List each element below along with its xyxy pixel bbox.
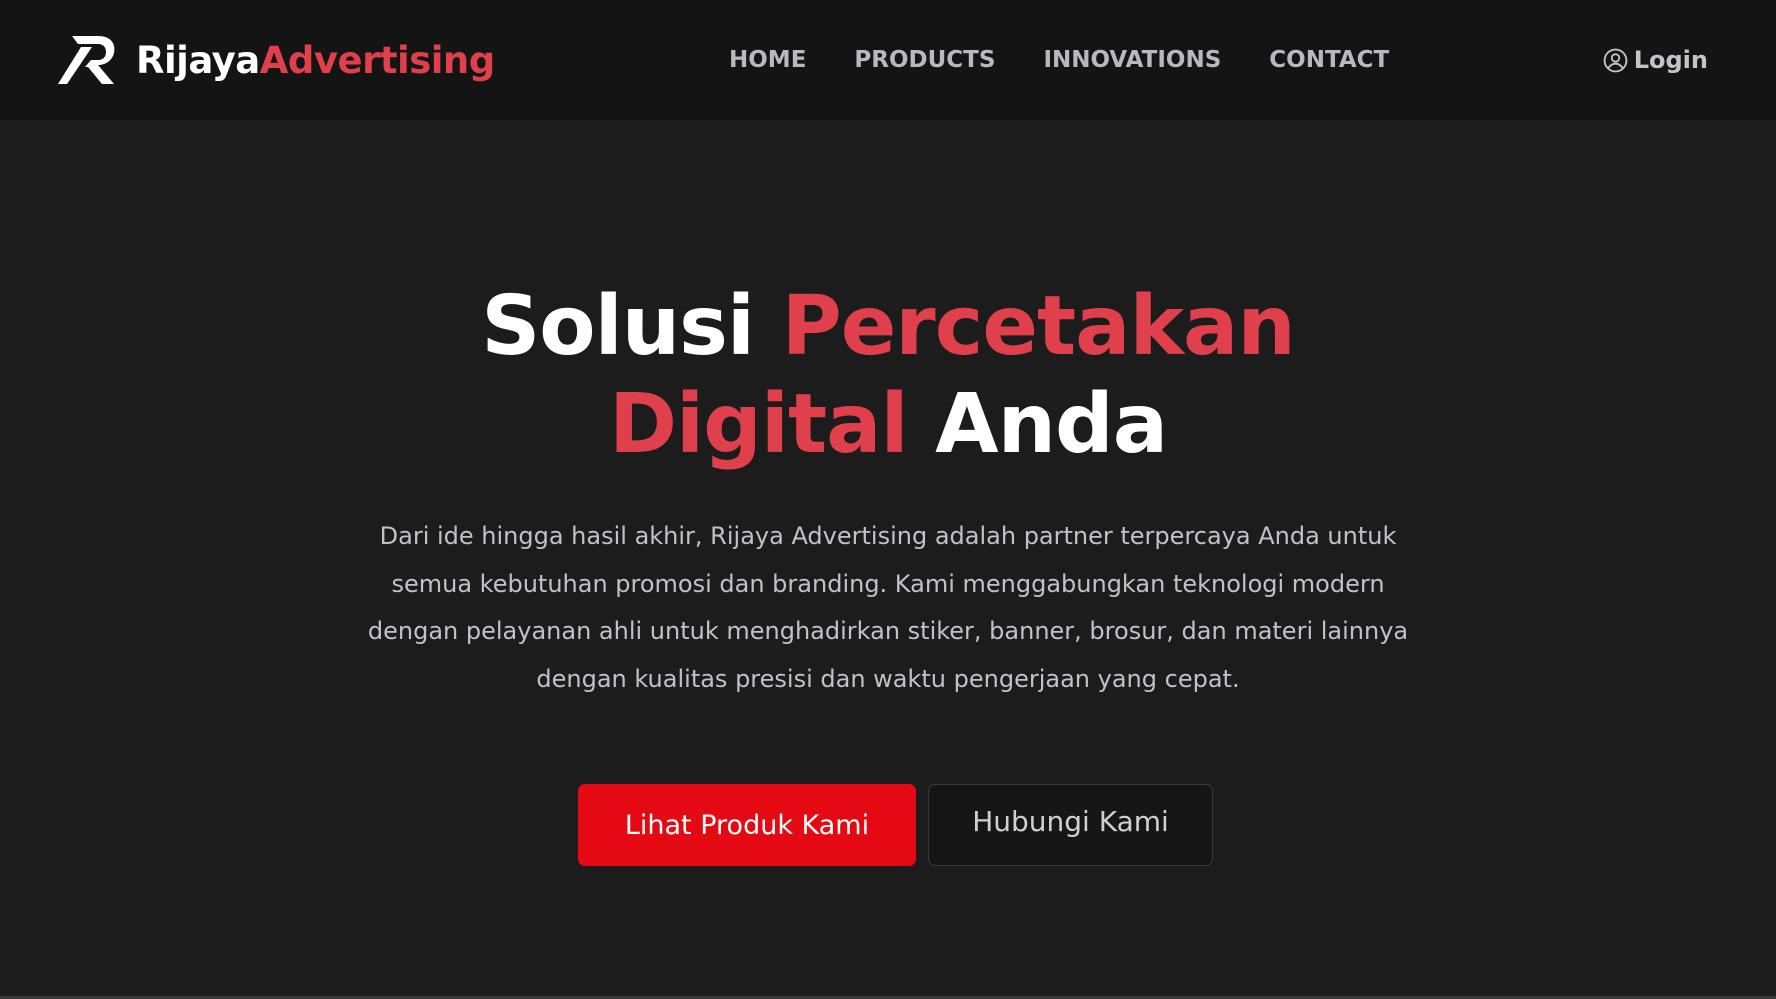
nav-products[interactable]: PRODUCTS [854, 47, 995, 73]
r-monogram-logo [58, 32, 120, 88]
hero-section: Solusi Percetakan Digital Anda Dari ide … [0, 120, 1776, 996]
hero-description: Dari ide hingga hasil akhir, Rijaya Adve… [367, 522, 1409, 693]
navbar: RijayaAdvertising HOME PRODUCTS INNOVATI… [0, 0, 1776, 120]
contact-us-button[interactable]: Hubungi Kami [928, 784, 1213, 866]
brand-link[interactable]: RijayaAdvertising [58, 30, 495, 90]
brand-name-part1: Rijaya [136, 38, 260, 82]
main-nav: HOME PRODUCTS INNOVATIONS CONTACT [729, 0, 1389, 120]
hero-title-word-digital: Digital [608, 377, 909, 472]
user-circle-icon [1603, 48, 1628, 73]
nav-contact[interactable]: CONTACT [1269, 47, 1389, 73]
hero-title-word-anda: Anda [935, 377, 1168, 472]
hero-title-word-solusi: Solusi [481, 279, 755, 374]
nav-home[interactable]: HOME [729, 47, 806, 73]
page: RijayaAdvertising HOME PRODUCTS INNOVATI… [0, 0, 1776, 999]
hero-title: Solusi Percetakan Digital Anda [0, 278, 1776, 474]
brand-name-part2: Advertising [259, 38, 495, 82]
brand-name: RijayaAdvertising [136, 42, 495, 79]
login-label: Login [1633, 46, 1708, 74]
hero-actions: Lihat Produk Kami Hubungi Kami [578, 784, 1213, 866]
view-products-button[interactable]: Lihat Produk Kami [578, 784, 916, 866]
hero-title-word-percetakan: Percetakan [781, 279, 1296, 374]
login-button[interactable]: Login [1603, 0, 1708, 120]
nav-innovations[interactable]: INNOVATIONS [1043, 47, 1221, 73]
